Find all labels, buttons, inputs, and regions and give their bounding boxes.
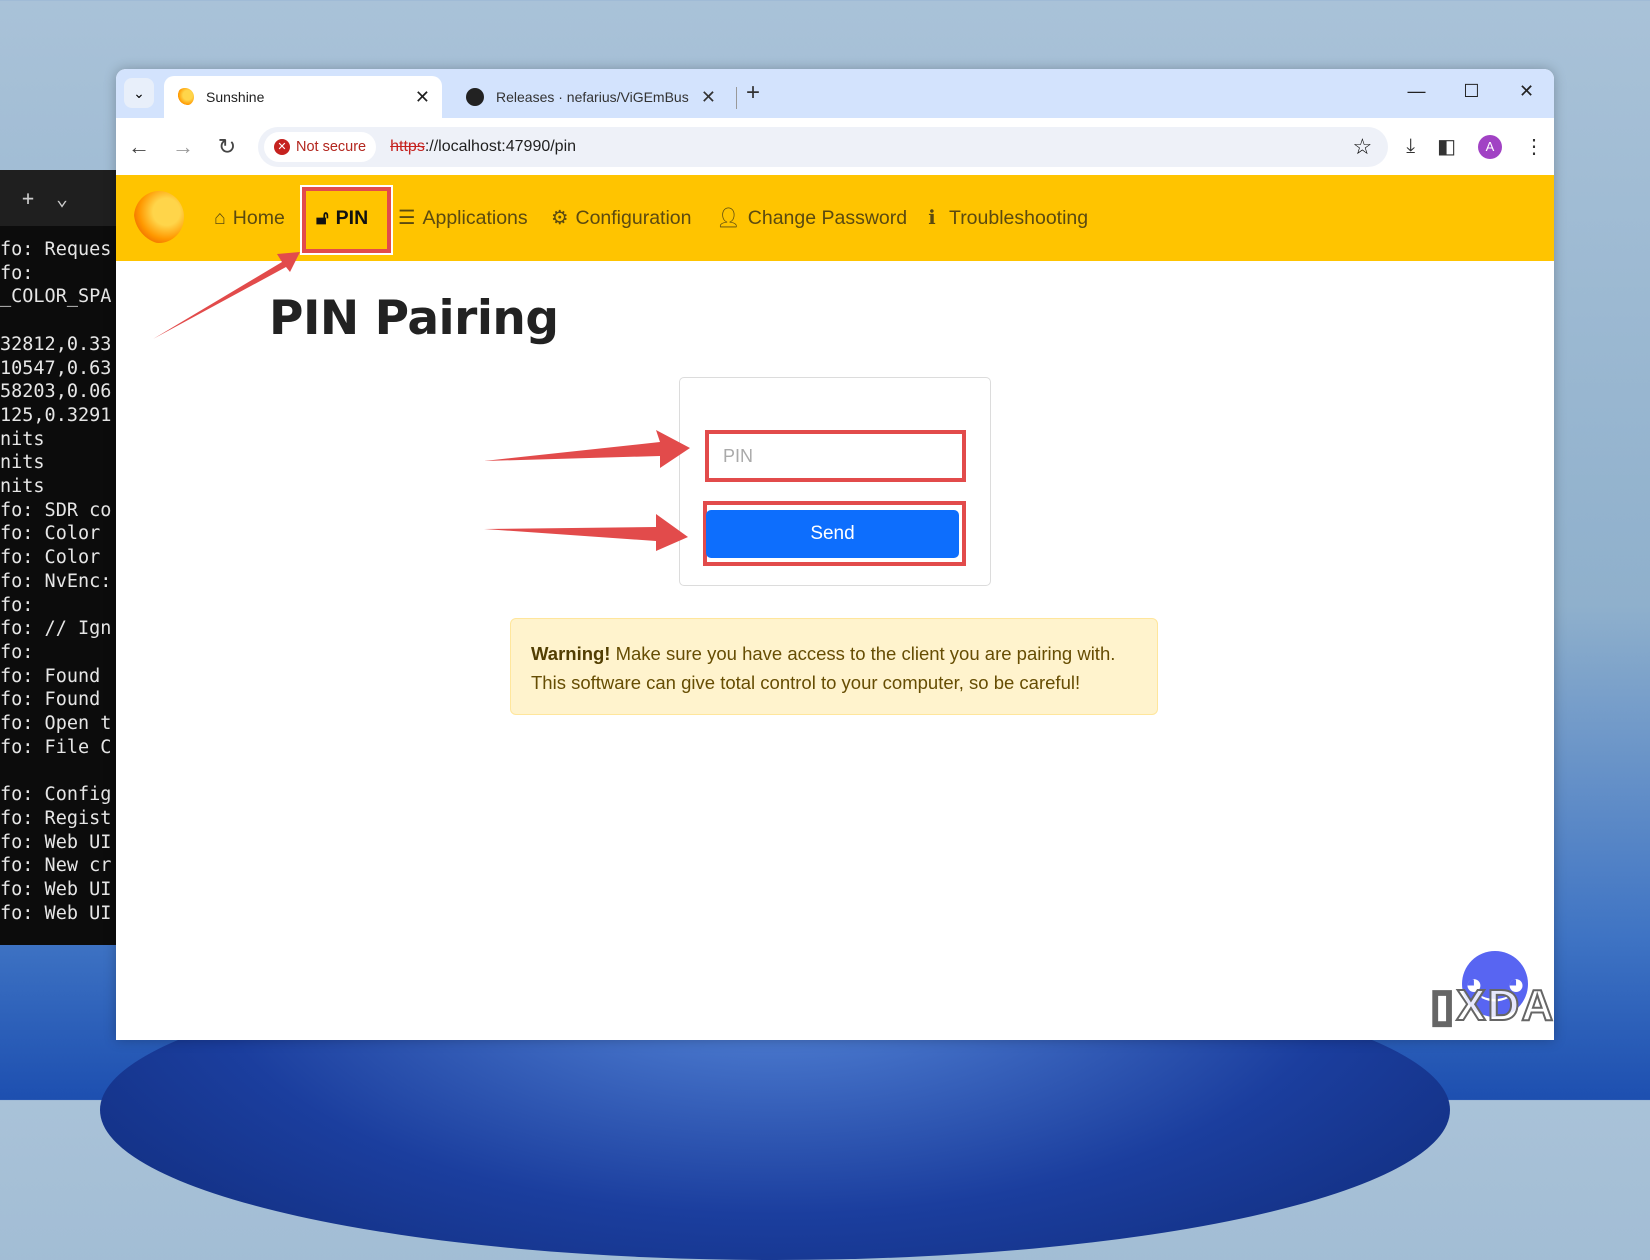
url-path: ://localhost:47990/pin <box>424 137 577 155</box>
terminal-line: fo: Found <box>0 665 101 687</box>
terminal-line: fo: Config <box>0 784 112 806</box>
info-icon: ℹ <box>928 207 936 229</box>
tab-search-button[interactable]: ⌄ <box>124 78 154 108</box>
annotation-highlight-box <box>705 430 966 482</box>
home-icon: ⌂ <box>214 206 226 229</box>
pin-input[interactable] <box>709 434 962 478</box>
github-icon <box>466 88 484 106</box>
terminal-line: nits <box>0 452 45 474</box>
maximize-icon[interactable]: ☐ <box>1444 69 1499 113</box>
tab-title: Releases · nefarius/ViGEmBus <box>496 89 689 105</box>
terminal-line: fo: // Ign <box>0 618 112 640</box>
side-panel-icon[interactable]: ◧ <box>1437 134 1456 159</box>
nav-label: Troubleshooting <box>949 206 1089 229</box>
terminal-line: fo: Regist <box>0 807 112 829</box>
terminal-line: fo: Reques <box>0 239 112 260</box>
url-scheme: https <box>390 137 425 155</box>
terminal-dropdown-button[interactable]: ⌄ <box>56 186 68 210</box>
address-row: ← → ↻ ✕ Not secure https://localhost:4799… <box>116 118 1554 175</box>
new-tab-button[interactable]: + <box>746 79 760 107</box>
terminal-line: fo: New cr <box>0 855 112 877</box>
close-window-icon[interactable]: ✕ <box>1499 69 1554 113</box>
terminal-tabbar: + ⌄ <box>0 170 130 226</box>
warning-circle-icon: ✕ <box>274 138 290 155</box>
terminal-line: fo: Color <box>0 547 101 569</box>
warning-alert: Warning! Make sure you have access to th… <box>510 618 1158 715</box>
terminal-line: fo: <box>0 641 34 663</box>
tab-releases[interactable]: Releases · nefarius/ViGEmBus ✕ <box>456 76 726 118</box>
back-icon[interactable]: ← <box>126 134 152 160</box>
avatar[interactable]: A <box>1478 134 1502 159</box>
terminal-line: fo: Found <box>0 689 101 711</box>
terminal-line: nits <box>0 428 45 450</box>
terminal-line: fo: <box>0 594 34 616</box>
nav-home[interactable]: ⌂ Home <box>214 175 285 261</box>
tab-title: Sunshine <box>206 89 265 105</box>
forward-icon[interactable]: → <box>170 134 196 160</box>
nav-label: Applications <box>422 206 528 229</box>
warning-strong: Warning! <box>531 643 611 664</box>
terminal-line: fo: Web UI <box>0 878 112 900</box>
terminal-window: + ⌄ fo: Reques fo: _COLOR_SPA 32812,0.33 10… <box>0 170 130 945</box>
sunshine-logo[interactable] <box>134 191 184 243</box>
close-tab-icon[interactable]: ✕ <box>701 87 716 108</box>
terminal-line: fo: Open t <box>0 713 112 735</box>
tab-bar: ⌄ Sunshine ✕ Releases · nefarius/ViGEmBu… <box>116 69 1554 118</box>
download-icon[interactable]: ⤓ <box>1406 135 1415 158</box>
address-bar[interactable]: ✕ Not secure https://localhost:47990/pin … <box>258 126 1389 167</box>
security-label: Not secure <box>296 138 367 155</box>
terminal-line: fo: NvEnc: <box>0 570 112 592</box>
send-button[interactable]: Send <box>706 510 959 558</box>
nav-configuration[interactable]: ⚙ Configuration <box>551 175 691 261</box>
minimize-icon[interactable]: — <box>1389 69 1444 113</box>
nav-label: Change Password <box>747 206 908 229</box>
sunshine-icon <box>176 88 194 106</box>
reload-icon[interactable]: ↻ <box>214 134 240 160</box>
terminal-line: _COLOR_SPA <box>0 286 112 308</box>
terminal-line: fo: SDR co <box>0 499 112 521</box>
browser-window: ⌄ Sunshine ✕ Releases · nefarius/ViGEmBu… <box>116 69 1554 1040</box>
page-title: PIN Pairing <box>269 291 559 346</box>
xda-watermark: ▯XDA <box>1429 980 1556 1031</box>
tab-sunshine[interactable]: Sunshine ✕ <box>164 76 442 118</box>
nav-applications[interactable]: ☰ Applications <box>398 175 528 261</box>
menu-kebab-icon[interactable]: ⋮ <box>1524 134 1544 159</box>
nav-change-password[interactable]: 👤︎ Change Password <box>716 175 907 261</box>
terminal-line: 125,0.3291 <box>0 404 112 426</box>
tab-divider <box>736 87 737 109</box>
terminal-line: 10547,0.63 <box>0 357 112 379</box>
terminal-line: nits <box>0 476 45 498</box>
nav-label: Configuration <box>575 206 692 229</box>
terminal-output: fo: Reques fo: _COLOR_SPA 32812,0.33 10547,… <box>0 226 130 925</box>
nav-label: Home <box>232 206 285 229</box>
annotation-highlight-box <box>302 187 391 253</box>
gear-icon: ⚙ <box>551 207 569 229</box>
terminal-line: 32812,0.33 <box>0 333 112 355</box>
bookmark-star-icon[interactable]: ☆ <box>1353 134 1373 160</box>
terminal-line: fo: File C <box>0 736 112 758</box>
terminal-new-tab-button[interactable]: + <box>22 186 34 210</box>
nav-troubleshooting[interactable]: ℹ Troubleshooting <box>922 175 1088 261</box>
terminal-line: fo: Web UI <box>0 902 112 924</box>
url-text[interactable]: https://localhost:47990/pin <box>390 138 576 156</box>
security-chip[interactable]: ✕ Not secure <box>264 131 377 162</box>
app-navbar: ⌂ Home 🔓︎ PIN ☰ Applications ⚙ Configuration… <box>116 175 1554 261</box>
warning-text: Make sure you have access to the client … <box>531 643 1116 693</box>
terminal-line: 58203,0.06 <box>0 381 112 403</box>
terminal-line: fo: Color <box>0 523 101 545</box>
user-lock-icon: 👤︎ <box>716 207 741 229</box>
terminal-line: fo: Web UI <box>0 831 112 853</box>
list-icon: ☰ <box>398 207 416 229</box>
close-tab-icon[interactable]: ✕ <box>415 87 430 108</box>
terminal-line: fo: <box>0 262 34 284</box>
